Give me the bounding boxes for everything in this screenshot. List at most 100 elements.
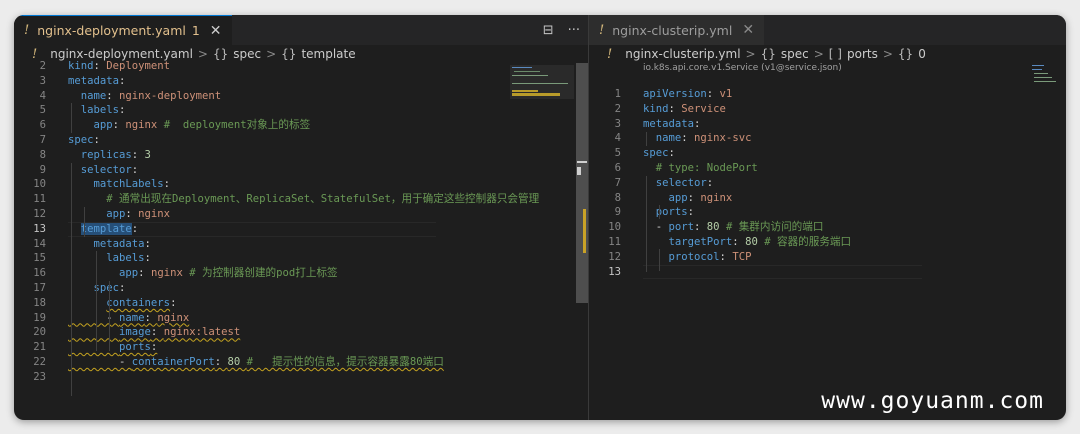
code-editor-left[interactable]: 2 kind: Deployment 3 metadata: 4 name: nginx… xyxy=(14,60,539,420)
indent-guide xyxy=(71,103,72,133)
code-token: : xyxy=(706,88,720,100)
code-text: app: nginx # 为控制器创建的pod打上标签 xyxy=(68,266,338,281)
breadcrumb-index[interactable]: 0 xyxy=(918,47,926,61)
code-token: image xyxy=(119,326,151,339)
code-token: : xyxy=(732,236,746,248)
indent-guide xyxy=(659,249,660,271)
split-editor-icon[interactable]: ⊟ xyxy=(543,23,554,38)
line-number: 4 xyxy=(614,132,621,145)
code-token: name xyxy=(68,89,107,102)
minimap-left[interactable] xyxy=(508,63,578,420)
minimap-line xyxy=(512,75,548,76)
line-number: 17 xyxy=(33,282,46,294)
code-token: # 通常出现在Deployment、ReplicaSet、StatefulSet… xyxy=(68,193,540,206)
minimap-line xyxy=(512,67,532,68)
code-token: spec xyxy=(643,147,669,160)
code-token: app xyxy=(68,267,139,280)
line-number: 10 xyxy=(608,221,621,234)
line-number: 23 xyxy=(33,370,46,383)
code-text: # type: NodePort xyxy=(643,161,758,176)
line-number: 12 xyxy=(608,250,621,263)
code-token: : xyxy=(144,252,151,265)
code-token: app xyxy=(68,119,113,132)
code-token: v1 xyxy=(719,88,733,100)
code-editor-right[interactable]: 1 apiVersion: v1 2 kind: Service 3 metadata: 4… xyxy=(589,75,994,420)
tab-label: nginx-clusterip.yml xyxy=(612,22,733,38)
code-token: : xyxy=(706,176,714,189)
line-number: 21 xyxy=(33,341,46,354)
code-token: 3 xyxy=(144,148,151,161)
line-number: 12 xyxy=(33,208,46,220)
code-token: - xyxy=(68,356,132,368)
code-token: : xyxy=(131,148,145,161)
minimap-line xyxy=(1034,73,1048,74)
breadcrumb: ! nginx-clusterip.yml > {} spec > [ ] po… xyxy=(589,45,1066,63)
vertical-scrollbar[interactable] xyxy=(576,63,588,303)
line-number: 10 xyxy=(33,178,46,191)
code-text: app: nginx xyxy=(643,191,733,206)
breadcrumb-template[interactable]: template xyxy=(301,47,355,61)
breadcrumb-file[interactable]: nginx-clusterip.yml xyxy=(625,47,740,61)
code-text: - containerPort: 80 # 提示性的信息，提示容器暴露80端口 xyxy=(68,355,444,370)
line-number: 2 xyxy=(39,60,46,72)
indent-guide xyxy=(659,205,660,219)
current-line-highlight xyxy=(643,264,922,280)
scrollbar-warning-marker xyxy=(583,209,586,253)
code-token: nginx xyxy=(125,119,164,132)
close-icon[interactable]: ✕ xyxy=(742,22,754,38)
code-token: : xyxy=(93,134,100,146)
code-token: # deployment对象上的标签 xyxy=(163,119,311,132)
code-token: Service xyxy=(681,102,726,115)
line-number: 7 xyxy=(614,176,621,189)
code-token: selector xyxy=(643,176,707,189)
code-token: apiVersion xyxy=(643,88,707,100)
object-icon: {} xyxy=(897,47,914,61)
code-token: TCP xyxy=(732,250,752,263)
code-token: containers xyxy=(106,296,171,309)
code-token: : xyxy=(719,250,733,263)
code-token: : xyxy=(106,89,120,102)
line-number: 11 xyxy=(33,193,46,206)
code-text: name: nginx-svc xyxy=(643,131,752,146)
code-token: kind xyxy=(68,60,94,72)
code-token: containerPort xyxy=(131,356,215,368)
code-text: app: nginx # deployment对象上的标签 xyxy=(68,118,311,133)
breadcrumb-spec[interactable]: spec xyxy=(781,47,809,61)
code-token: name xyxy=(119,311,145,324)
line-number: 5 xyxy=(614,147,621,160)
minimap-line xyxy=(1034,77,1052,78)
right-editor-pane: ! nginx-clusterip.yml ✕ ! nginx-clusteri… xyxy=(589,15,1066,420)
line-number: 6 xyxy=(39,119,46,132)
line-number: 16 xyxy=(33,267,46,280)
close-icon[interactable]: ✕ xyxy=(210,23,222,39)
code-text: ports: xyxy=(643,205,694,220)
code-token: : xyxy=(214,356,228,368)
line-number: 13 xyxy=(33,222,46,235)
code-text: spec: xyxy=(68,133,100,148)
breadcrumb-ports[interactable]: ports xyxy=(847,47,878,61)
line-number: 22 xyxy=(33,356,46,368)
minimap-right[interactable] xyxy=(994,63,1064,420)
code-token: labels xyxy=(68,104,120,117)
line-number: 13 xyxy=(608,265,621,278)
code-text: kind: Deployment xyxy=(68,59,170,74)
code-token: : xyxy=(694,117,701,130)
code-token: nginx xyxy=(150,267,190,280)
code-token: ports xyxy=(119,341,151,354)
breadcrumb-spec[interactable]: spec xyxy=(233,47,261,61)
line-number: 11 xyxy=(608,236,621,248)
code-text: labels: xyxy=(68,251,151,266)
tab-nginx-clusterip[interactable]: ! nginx-clusterip.yml ✕ xyxy=(589,15,765,45)
tab-label: nginx-deployment.yaml xyxy=(37,23,186,38)
more-actions-icon[interactable]: ··· xyxy=(568,23,580,38)
indent-guide xyxy=(646,176,647,272)
code-token: : xyxy=(125,208,139,220)
code-token: app xyxy=(643,191,688,204)
tab-nginx-deployment[interactable]: ! nginx-deployment.yaml 1 ✕ xyxy=(14,15,232,45)
minimap-line xyxy=(1032,65,1044,66)
code-token: : xyxy=(694,221,707,234)
schema-codelens[interactable]: io.k8s.api.core.v1.Service (v1@service.j… xyxy=(643,63,842,73)
code-text: containers: xyxy=(68,296,176,311)
